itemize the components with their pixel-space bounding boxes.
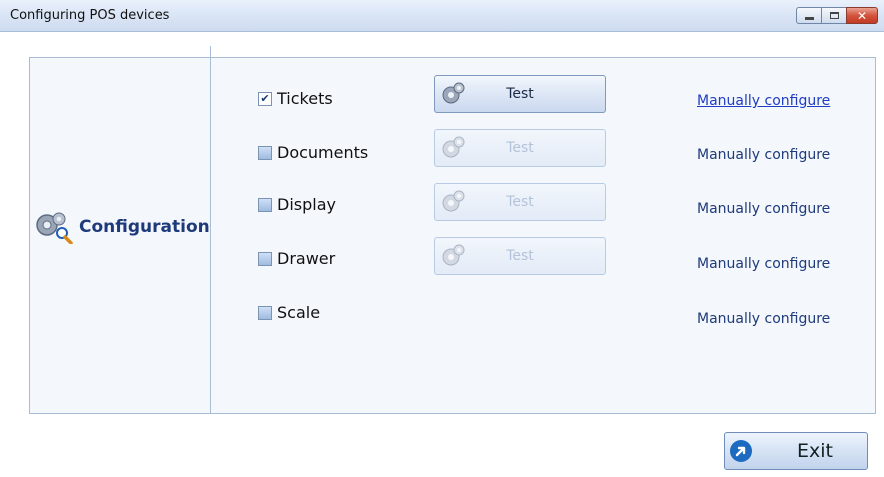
gear-icon [442, 190, 465, 212]
close-button[interactable]: ✕ [846, 7, 878, 24]
window-controls: ✕ [796, 7, 878, 25]
test-button-documents-label: Test [506, 140, 534, 156]
arrow-circle-icon [730, 440, 752, 462]
manual-configure-tickets[interactable]: Manually configure [697, 93, 830, 109]
gear-icon [442, 136, 465, 158]
gear-icon [442, 82, 465, 104]
test-button-drawer-label: Test [506, 248, 534, 264]
panel-divider [210, 46, 211, 413]
checkbox-drawer-label: Drawer [277, 249, 336, 268]
checkbox-tickets-box[interactable]: ✔ [258, 91, 272, 106]
configuration-section-header: Configuration [33, 210, 210, 244]
checkbox-drawer-box[interactable] [258, 251, 272, 266]
test-button-tickets[interactable]: Test [434, 75, 606, 113]
checkbox-documents-label: Documents [277, 143, 369, 162]
checkbox-scale-label: Scale [277, 303, 321, 322]
checkbox-display-box[interactable] [258, 197, 272, 212]
checkbox-documents-box[interactable] [258, 145, 272, 160]
checkbox-drawer[interactable]: Drawer [258, 249, 335, 268]
configuration-title: Configuration [79, 217, 210, 237]
checkbox-tickets-label: Tickets [277, 89, 333, 108]
minimize-icon [804, 17, 814, 20]
exit-button-label: Exit [797, 440, 833, 462]
exit-button[interactable]: Exit [724, 432, 868, 470]
test-button-documents[interactable]: Test [434, 129, 606, 167]
config-gears-icon [36, 212, 73, 244]
manual-configure-documents[interactable]: Manually configure [697, 147, 830, 163]
test-button-display-label: Test [506, 194, 534, 210]
title-bar: Configuring POS devices ✕ [0, 0, 884, 32]
manual-configure-display[interactable]: Manually configure [697, 201, 830, 217]
close-icon: ✕ [856, 8, 868, 23]
maximize-icon [829, 12, 839, 19]
checkbox-documents[interactable]: Documents [258, 143, 368, 162]
test-button-display[interactable]: Test [434, 183, 606, 221]
minimize-button[interactable] [796, 7, 822, 24]
checkbox-scale-box[interactable] [258, 305, 272, 320]
checkbox-display-label: Display [277, 195, 336, 214]
test-button-drawer[interactable]: Test [434, 237, 606, 275]
test-button-tickets-label: Test [506, 86, 534, 102]
checkbox-scale[interactable]: Scale [258, 303, 320, 322]
manual-configure-scale[interactable]: Manually configure [697, 311, 830, 327]
checkbox-display[interactable]: Display [258, 195, 336, 214]
maximize-button[interactable] [821, 7, 847, 24]
checkbox-tickets[interactable]: ✔ Tickets [258, 89, 333, 108]
manual-configure-drawer[interactable]: Manually configure [697, 256, 830, 272]
window-title: Configuring POS devices [10, 8, 170, 23]
gear-icon [442, 244, 465, 266]
